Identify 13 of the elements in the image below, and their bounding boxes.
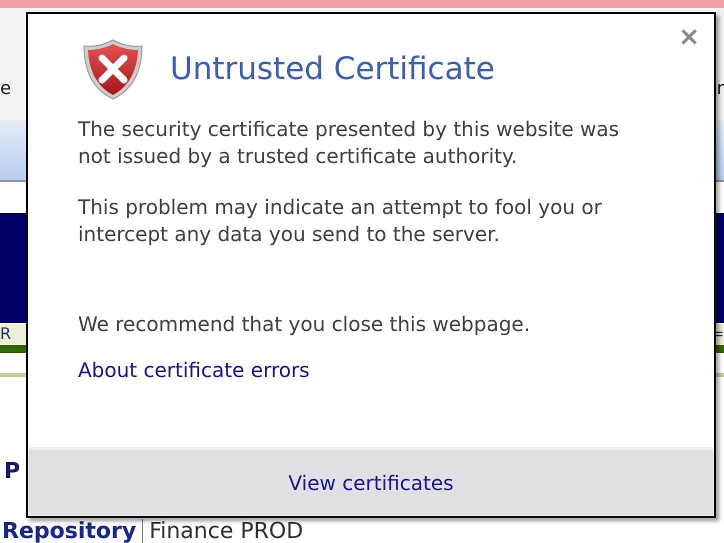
help-link[interactable]: About certificate errors <box>78 358 310 382</box>
view-certificates-link[interactable]: View certificates <box>288 471 454 495</box>
page-section: Finance PROD <box>149 521 304 543</box>
close-button[interactable]: × <box>678 24 700 50</box>
text-fragment: P <box>4 461 20 483</box>
page-title: Repository <box>2 521 136 543</box>
message-text: The security certificate presented by this website was not issued by a trusted certificate authority. <box>78 116 620 170</box>
message-text: We recommend that you close this webpage. <box>78 311 532 338</box>
text-fragment: e <box>0 80 12 98</box>
text-fragment: R <box>0 326 12 342</box>
dialog-title: Untrusted Certificate <box>170 51 495 87</box>
text-fragment: r <box>716 80 724 98</box>
message-text: This problem may indicate an attempt to fool you or intercept any data you send to the server. <box>78 194 603 248</box>
